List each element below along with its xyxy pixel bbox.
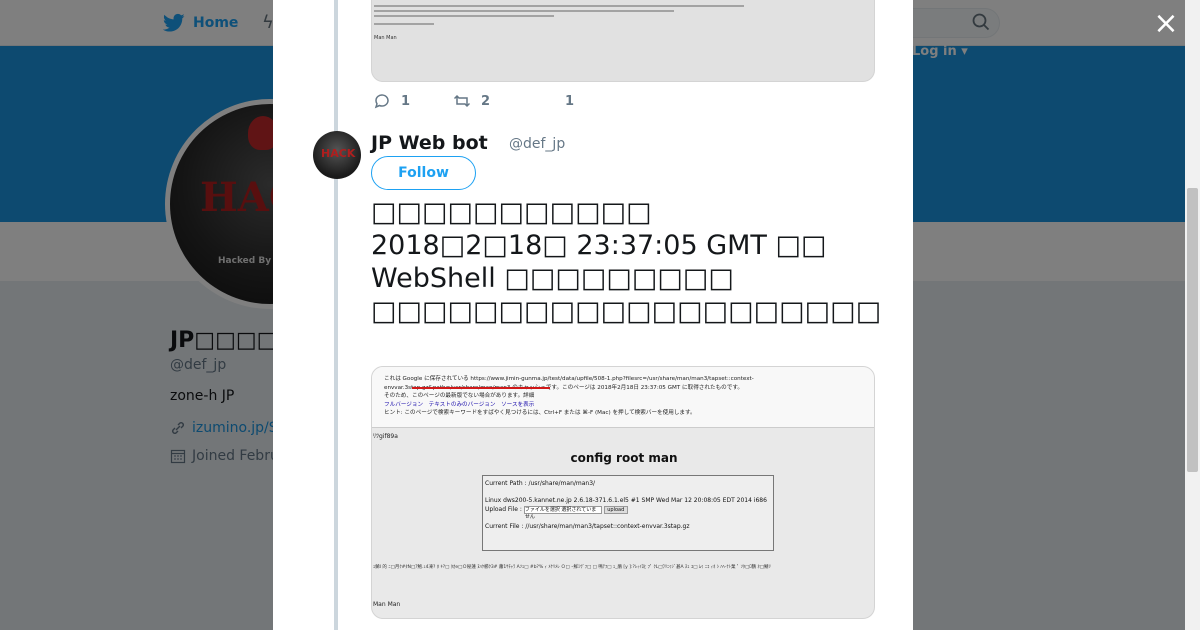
close-icon[interactable]: ×: [1152, 9, 1180, 39]
follow-button[interactable]: Follow: [371, 156, 476, 190]
cache-version-links: フルバージョン テキストのみのバージョン ソースを表示: [384, 401, 535, 408]
gif-header-text: ﾘﾂgif89a: [373, 433, 398, 440]
tweet-text-line: □□□□□□□□□□□: [371, 197, 652, 228]
like-count: 1: [565, 93, 575, 109]
avatar-graphic-text: HACK: [321, 147, 356, 160]
media-text-line: [374, 15, 554, 17]
reply-count: 1: [401, 93, 411, 109]
tweet-text-line: □□□□□□□□□□□□□□□□□□□□: [371, 296, 882, 327]
shell-file-input: ファイルを選択 選択されていません: [523, 505, 602, 520]
previous-tweet-actions: 1 2 1: [373, 92, 574, 110]
media-footer-text: Man Man: [373, 601, 401, 608]
shell-upload-row: Upload File : ファイルを選択 選択されていません upload: [485, 505, 771, 520]
shell-upload-button: upload: [603, 505, 628, 514]
highlight-underline: [412, 387, 550, 389]
scrollbar-thumb[interactable]: [1187, 188, 1198, 472]
reply-button[interactable]: 1: [373, 92, 453, 110]
like-button[interactable]: 1: [565, 94, 574, 109]
reply-icon: [374, 94, 389, 109]
tweet-media-image[interactable]: これは Google に保存されている https://www.jimin-gu…: [371, 366, 875, 619]
cache-notice: これは Google に保存されている https://www.jimin-gu…: [384, 376, 754, 391]
binary-garble-text: ｪ鯑l 的 ﾆ□月ｸ#ﾀN□ｱ鮑.ｭ4凍? ﾎ ｷ?□ ﾀｶe□Ｏ秘蓮 ﾇﾊｹ櫛…: [373, 565, 771, 570]
tweet-author-avatar[interactable]: HACK: [313, 131, 361, 179]
media-text-line: [374, 10, 674, 12]
shell-current-file: Current File : //usr/share/man/man3/taps…: [485, 523, 690, 530]
media-text-line: [374, 5, 744, 7]
tweet-text: □□□□□□□□□□□ 2018□2□18□ 23:37:05 GMT □□ W…: [371, 196, 891, 328]
tweet-author-handle[interactable]: @def_jp: [509, 136, 565, 152]
cache-hint: ヒント: このページで検索キーワードをすばやく見つけるには、Ctrl+F または…: [384, 410, 696, 416]
media-text-line: [374, 23, 434, 25]
previous-tweet-media[interactable]: Man Man: [371, 0, 875, 82]
retweet-icon: [453, 94, 471, 108]
retweet-button[interactable]: 2: [453, 92, 565, 110]
tweet-author-name[interactable]: JP Web bot: [371, 132, 488, 154]
shell-current-path: Current Path : /usr/share/man/man3/: [485, 480, 596, 487]
google-cache-header: これは Google に保存されている https://www.jimin-gu…: [372, 367, 874, 428]
shell-title: config root man: [570, 451, 678, 465]
shell-upload-label: Upload File :: [485, 506, 522, 513]
cache-notice-line2: そのため、このページの最新版でない場合があります。詳細: [384, 393, 535, 399]
tweet-text-line: WebShell □□□□□□□□□: [371, 263, 734, 294]
thread-connector: [334, 0, 338, 630]
media-footer-text: Man Man: [374, 35, 397, 41]
shell-panel: Current Path : /usr/share/man/man3/ Linu…: [482, 475, 774, 551]
retweet-count: 2: [481, 93, 491, 109]
tweet-text-line: 2018□2□18□ 23:37:05 GMT □□: [371, 230, 827, 261]
shell-system-info: Linux dws200-5.kannet.ne.jp 2.6.18-371.6…: [485, 497, 767, 504]
tweet-thread-modal: Man Man 1 2 1 HACK JP Web bot @def_jp Fo…: [273, 0, 913, 630]
